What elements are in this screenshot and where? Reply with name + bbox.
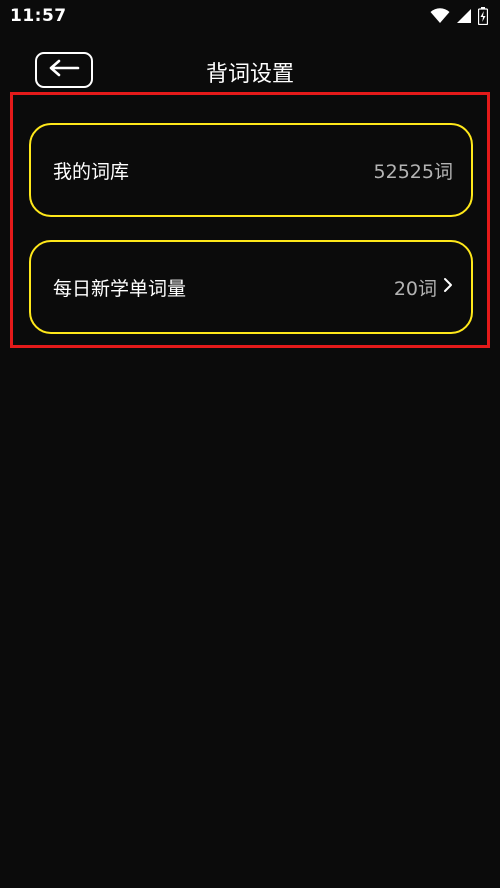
setting-label: 每日新学单词量: [53, 277, 187, 300]
setting-daily-new-words[interactable]: 每日新学单词量 20词: [29, 240, 473, 334]
setting-value-wrap: 20词: [394, 274, 453, 301]
battery-icon: [478, 7, 488, 25]
wifi-icon: [430, 8, 450, 24]
chevron-right-icon: [443, 277, 453, 297]
settings-group: 我的词库 52525词 每日新学单词量 20词: [10, 92, 490, 348]
status-bar: 11:57: [0, 0, 500, 34]
setting-my-wordbank[interactable]: 我的词库 52525词: [29, 123, 473, 217]
setting-value-wrap: 52525词: [374, 157, 453, 184]
status-icons: [430, 7, 488, 25]
status-time: 11:57: [10, 6, 67, 26]
setting-value: 20词: [393, 277, 437, 300]
header: 背词设置: [0, 50, 500, 94]
setting-label: 我的词库: [53, 160, 130, 183]
cell-signal-icon: [456, 8, 472, 24]
setting-value: 52525词: [373, 160, 453, 183]
page-title: 背词设置: [205, 62, 294, 87]
